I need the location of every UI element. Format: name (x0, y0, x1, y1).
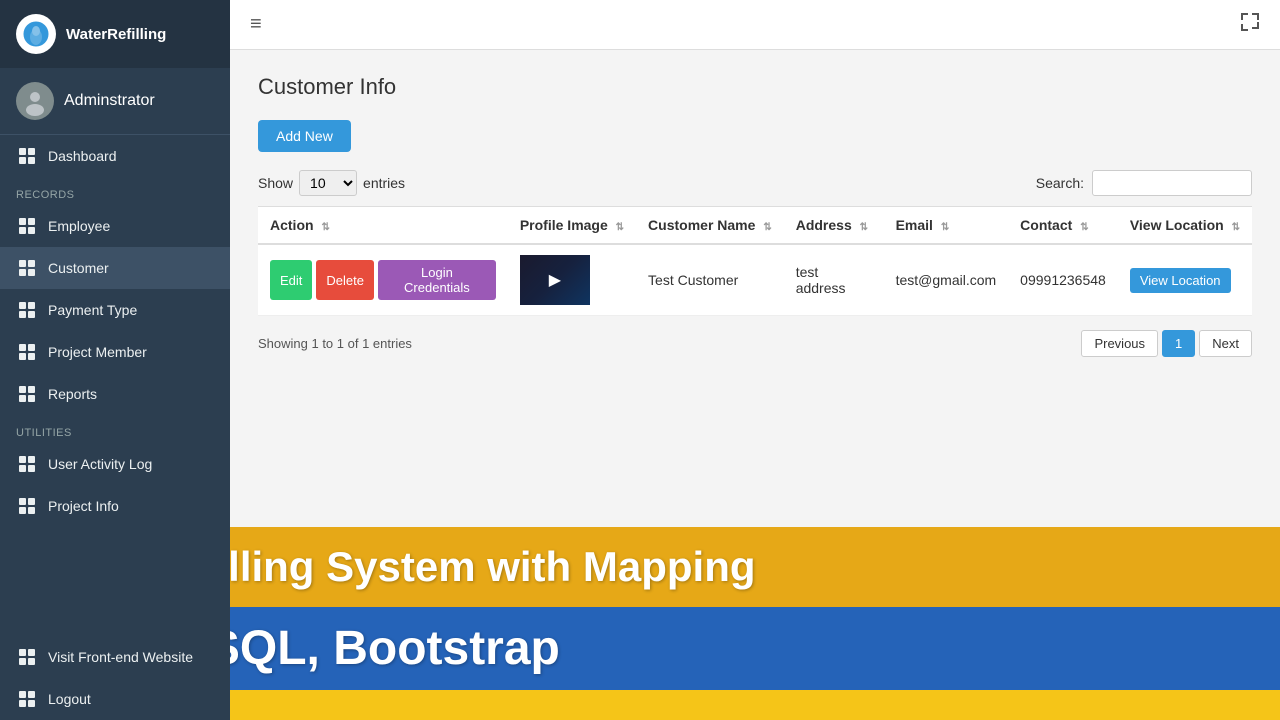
sidebar-item-label: Customer (48, 260, 109, 276)
add-new-button[interactable]: Add New (258, 120, 351, 152)
col-action: Action ⇅ (258, 207, 508, 245)
sidebar-logo-icon (16, 14, 56, 54)
col-customer-name: Customer Name ⇅ (636, 207, 784, 245)
sidebar-item-label: Employee (48, 218, 110, 234)
search-area: Search: (1036, 170, 1252, 196)
sidebar-item-logout[interactable]: Logout (0, 678, 230, 720)
sidebar: WaterRefilling Adminstrator Dashboard (0, 0, 230, 720)
user-activity-log-icon (16, 453, 38, 475)
customer-table: Action ⇅ Profile Image ⇅ Customer Name ⇅… (258, 206, 1252, 316)
table-footer: Showing 1 to 1 of 1 entries Previous 1 N… (258, 330, 1252, 357)
sidebar-item-label: Payment Type (48, 302, 137, 318)
sidebar-item-label: User Activity Log (48, 456, 152, 472)
sidebar-header: WaterRefilling (0, 0, 230, 68)
col-email: Email ⇅ (884, 207, 1009, 245)
logout-icon (16, 688, 38, 710)
sidebar-item-label: Logout (48, 691, 91, 707)
action-buttons: Edit Delete Login Credentials (270, 260, 496, 300)
view-location-button[interactable]: View Location (1130, 268, 1231, 293)
col-view-location: View Location ⇅ (1118, 207, 1252, 245)
project-member-icon (16, 341, 38, 363)
sidebar-item-label: Visit Front-end Website (48, 649, 193, 665)
login-credentials-button[interactable]: Login Credentials (378, 260, 496, 300)
project-info-icon (16, 495, 38, 517)
email-cell: test@gmail.com (884, 244, 1009, 316)
page-1-button[interactable]: 1 (1162, 330, 1195, 357)
sidebar-bottom: Visit Front-end Website Logout (0, 636, 230, 720)
entries-select[interactable]: 10 25 50 100 (299, 170, 357, 196)
sidebar-item-dashboard[interactable]: Dashboard (0, 135, 230, 177)
banner-subtitle: PHP, MySQL, Bootstrap (230, 621, 1258, 676)
col-contact: Contact ⇅ (1008, 207, 1118, 245)
col-address: Address ⇅ (784, 207, 884, 245)
sidebar-item-label: Reports (48, 386, 97, 402)
email-sort-icon[interactable]: ⇅ (941, 222, 949, 233)
sidebar-item-project-info[interactable]: Project Info (0, 485, 230, 527)
main-content: ≡ Customer Info Add New Show 10 25 50 10… (230, 0, 1280, 720)
table-row: Edit Delete Login Credentials Test Custo… (258, 244, 1252, 316)
customer-name-cell: Test Customer (636, 244, 784, 316)
hamburger-button[interactable]: ≡ (250, 13, 262, 36)
search-label: Search: (1036, 175, 1084, 191)
profile-sort-icon[interactable]: ⇅ (616, 222, 624, 233)
sidebar-item-label: Project Member (48, 344, 147, 360)
sidebar-item-payment-type[interactable]: Payment Type (0, 289, 230, 331)
showing-text: Showing 1 to 1 of 1 entries (258, 336, 412, 351)
sidebar-user-section: Adminstrator (0, 68, 230, 135)
entries-label: entries (363, 175, 405, 191)
banner-title: Water Refilling System with Mapping (230, 543, 1258, 591)
action-sort-icon[interactable]: ⇅ (321, 222, 329, 233)
delete-button[interactable]: Delete (316, 260, 374, 300)
pagination: Previous 1 Next (1081, 330, 1252, 357)
banner-top: Water Refilling System with Mapping (230, 527, 1280, 607)
overlay-banner: Water Refilling System with Mapping PHP,… (230, 527, 1280, 720)
address-cell: test address (784, 244, 884, 316)
reports-icon (16, 383, 38, 405)
topbar: ≡ (230, 0, 1280, 50)
banner-bottom: PHP, MySQL, Bootstrap (230, 607, 1280, 690)
profile-image (520, 255, 590, 305)
show-label: Show (258, 175, 293, 191)
action-cell: Edit Delete Login Credentials (258, 244, 508, 316)
address-sort-icon[interactable]: ⇅ (860, 222, 868, 233)
search-input[interactable] (1092, 170, 1252, 196)
sidebar-item-customer[interactable]: Customer (0, 247, 230, 289)
customer-icon (16, 257, 38, 279)
visit-frontend-icon (16, 646, 38, 668)
table-controls: Show 10 25 50 100 entries Search: (258, 170, 1252, 196)
contact-sort-icon[interactable]: ⇅ (1080, 222, 1088, 233)
dashboard-icon (16, 145, 38, 167)
previous-button[interactable]: Previous (1081, 330, 1158, 357)
sidebar-item-reports[interactable]: Reports (0, 373, 230, 415)
sidebar-item-label: Dashboard (48, 148, 117, 164)
table-header-row: Action ⇅ Profile Image ⇅ Customer Name ⇅… (258, 207, 1252, 245)
edit-button[interactable]: Edit (270, 260, 312, 300)
contact-cell: 09991236548 (1008, 244, 1118, 316)
content-area: Customer Info Add New Show 10 25 50 100 … (230, 50, 1280, 720)
sidebar-nav: Dashboard Records Employee (0, 135, 230, 527)
banner-footer: iNetTutor.com (230, 690, 1280, 720)
avatar (16, 82, 54, 120)
utilities-section-label: Utilities (0, 415, 230, 443)
sidebar-item-label: Project Info (48, 498, 119, 514)
sidebar-item-visit-frontend[interactable]: Visit Front-end Website (0, 636, 230, 678)
records-section-label: Records (0, 177, 230, 205)
payment-type-icon (16, 299, 38, 321)
next-button[interactable]: Next (1199, 330, 1252, 357)
col-profile-image: Profile Image ⇅ (508, 207, 636, 245)
sidebar-item-employee[interactable]: Employee (0, 205, 230, 247)
sidebar-username: Adminstrator (64, 92, 155, 110)
sidebar-title: WaterRefilling (66, 26, 166, 43)
expand-button[interactable] (1240, 12, 1260, 37)
location-sort-icon[interactable]: ⇅ (1232, 222, 1240, 233)
sidebar-item-user-activity-log[interactable]: User Activity Log (0, 443, 230, 485)
view-location-cell: View Location (1118, 244, 1252, 316)
show-entries-control: Show 10 25 50 100 entries (258, 170, 405, 196)
employee-icon (16, 215, 38, 237)
profile-image-cell (508, 244, 636, 316)
sidebar-item-project-member[interactable]: Project Member (0, 331, 230, 373)
page-title: Customer Info (258, 74, 1252, 100)
name-sort-icon[interactable]: ⇅ (763, 222, 771, 233)
